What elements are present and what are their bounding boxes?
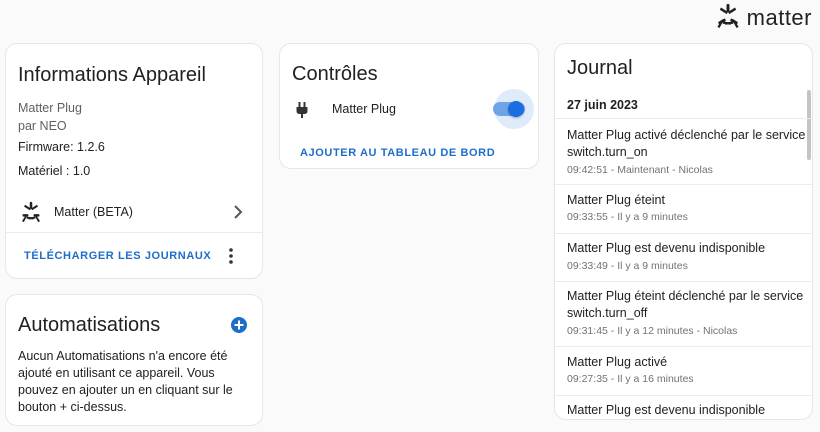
- journal-card: Journal 27 juin 2023 Matter Plug activé …: [554, 43, 813, 420]
- journal-entry-line2[interactable]: switch.turn_on: [567, 143, 648, 161]
- journal-entry-line1: Matter Plug éteint: [567, 193, 665, 207]
- device-name: Matter Plug: [18, 101, 82, 115]
- add-to-dashboard-button[interactable]: AJOUTER AU TABLEAU DE BORD: [300, 147, 495, 159]
- controls-title: Contrôles: [292, 63, 378, 85]
- plug-icon: [296, 101, 308, 124]
- device-info-title: Informations Appareil: [18, 64, 206, 86]
- journal-entry-meta: 09:42:51 - Maintenant - Nicolas: [567, 164, 713, 176]
- journal-scrollbar[interactable]: [807, 90, 811, 160]
- journal-entry-line2[interactable]: switch.turn_off: [567, 304, 647, 322]
- device-manufacturer: par NEO: [18, 119, 67, 133]
- matter-logo-icon: [715, 3, 741, 34]
- journal-entry-meta: 09:33:49 - Il y a 9 minutes: [567, 260, 688, 272]
- journal-title: Journal: [567, 57, 633, 79]
- controls-card: Contrôles Matter Plug AJOUTER AU TABLEAU…: [279, 43, 539, 169]
- automations-empty-text: Aucun Automatisations n'a encore été ajo…: [18, 349, 233, 414]
- journal-entry-line1: Matter Plug éteint déclenché par le serv…: [567, 289, 804, 303]
- journal-entry-line1: Matter Plug activé déclenché par le serv…: [567, 128, 806, 142]
- hardware-version: Matériel : 1.0: [18, 164, 91, 178]
- journal-entry-meta: 09:33:55 - Il y a 9 minutes: [567, 211, 688, 223]
- plus-circle-icon[interactable]: [230, 316, 248, 339]
- journal-entry-line1: Matter Plug est devenu indisponible: [567, 403, 766, 417]
- journal-entry-meta: 09:31:45 - Il y a 12 minutes - Nicolas: [567, 325, 738, 337]
- brand-name: matter: [746, 5, 812, 30]
- integration-label: Matter (BETA): [54, 205, 133, 219]
- more-vertical-icon[interactable]: [226, 247, 236, 270]
- device-info-card: Informations Appareil Matter Plug par NE…: [5, 43, 263, 279]
- entity-name[interactable]: Matter Plug: [332, 102, 396, 116]
- automations-card: Automatisations Aucun Automatisations n'…: [5, 294, 263, 426]
- integration-row[interactable]: Matter (BETA): [6, 196, 262, 228]
- journal-entry-meta: 09:27:35 - Il y a 16 minutes: [567, 373, 694, 385]
- journal-entry-line1: Matter Plug est devenu indisponible: [567, 241, 766, 255]
- brand-logo: matter: [715, 3, 812, 34]
- automations-title: Automatisations: [18, 314, 161, 336]
- journal-date: 27 juin 2023: [567, 98, 638, 112]
- firmware-version: Firmware: 1.2.6: [18, 140, 105, 154]
- matter-logo-icon: [20, 201, 42, 228]
- chevron-right-icon: [231, 204, 245, 225]
- download-logs-button[interactable]: TÉLÉCHARGER LES JOURNAUX: [24, 250, 211, 262]
- journal-entry-line1: Matter Plug activé: [567, 355, 668, 369]
- entity-toggle[interactable]: [490, 89, 534, 129]
